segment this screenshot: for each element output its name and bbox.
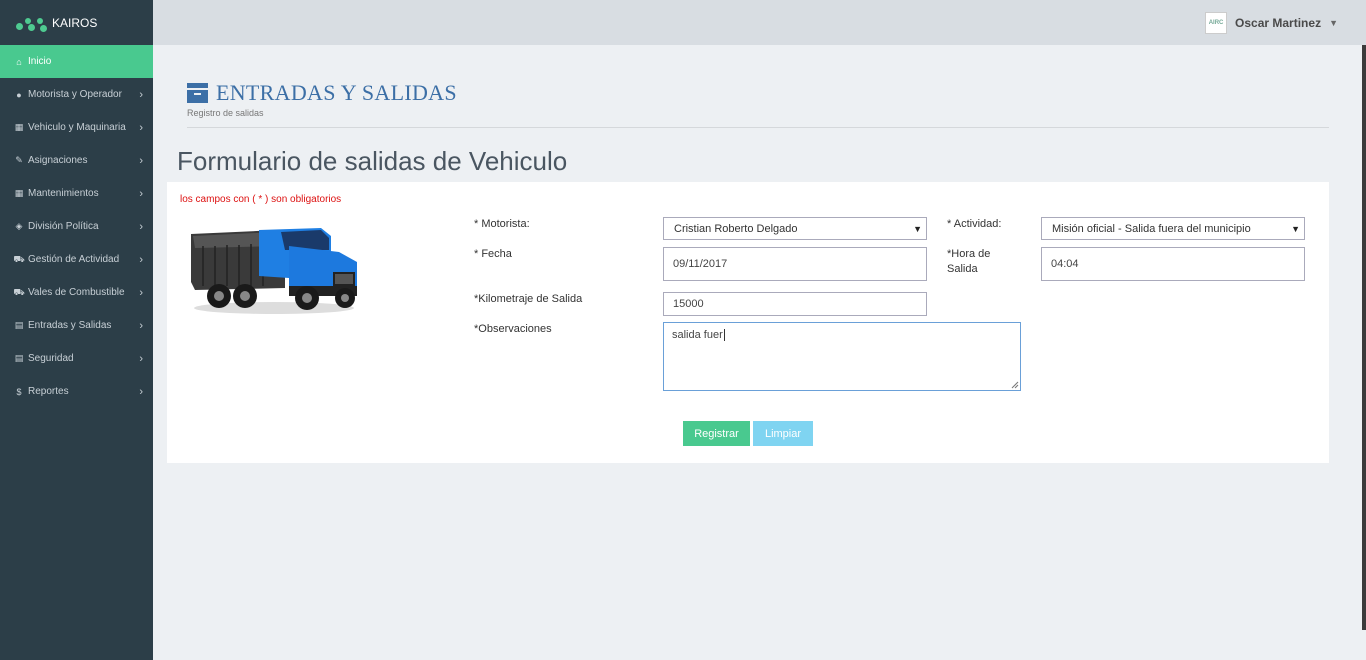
sidebar-item-label: Vales de Combustible: [28, 287, 125, 298]
grid-icon: ▦: [14, 122, 24, 132]
chevron-right-icon: ›: [139, 88, 143, 101]
cart-icon: ⛟: [13, 253, 25, 264]
clear-button[interactable]: Limpiar: [753, 421, 813, 446]
motorista-label: * Motorista:: [474, 218, 530, 230]
fecha-label: * Fecha: [474, 248, 512, 260]
chevron-right-icon: ›: [139, 187, 143, 200]
chevron-right-icon: ›: [139, 121, 143, 134]
resize-grip-icon[interactable]: [1011, 381, 1019, 389]
sidebar-item-mantenimientos[interactable]: ▦ Mantenimientos ›: [0, 177, 153, 210]
page-subtitle: Registro de salidas: [187, 108, 264, 118]
motorista-select[interactable]: Cristian Roberto Delgado ▼: [663, 217, 927, 240]
sidebar-nav: ⌂ Inicio ● Motorista y Operador › ▦ Vehiculo y…: [0, 45, 153, 408]
truck-image: [191, 228, 357, 314]
sidebar: KAIROS ⌂ Inicio ● Motorista y Operador › ▦ Veh…: [0, 0, 153, 660]
scrollbar[interactable]: [1362, 45, 1366, 630]
text-cursor: [723, 329, 725, 341]
sidebar-item-label: Motorista y Operador: [28, 89, 122, 100]
sidebar-item-asignaciones[interactable]: ✎ Asignaciones ›: [0, 144, 153, 177]
actividad-select[interactable]: Misión oficial - Salida fuera del munici…: [1041, 217, 1305, 240]
topbar: AIRC Oscar Martinez ▼: [153, 0, 1366, 45]
required-note: los campos con ( * ) son obligatorios: [180, 194, 342, 205]
sidebar-item-label: Vehiculo y Maquinaria: [28, 122, 126, 133]
chevron-right-icon: ›: [139, 253, 143, 266]
user-name: Oscar Martinez: [1235, 16, 1322, 30]
kilometraje-input[interactable]: 15000: [663, 292, 927, 316]
sidebar-item-inicio[interactable]: ⌂ Inicio: [0, 45, 153, 78]
shield-icon: ◈: [15, 221, 23, 231]
sidebar-item-label: Asignaciones: [28, 155, 88, 166]
sidebar-item-label: Mantenimientos: [28, 188, 99, 199]
sidebar-item-división-política[interactable]: ◈ División Política ›: [0, 210, 153, 243]
sidebar-item-entradas-y-salidas[interactable]: ▤ Entradas y Salidas ›: [0, 309, 153, 342]
kilometraje-label: *Kilometraje de Salida: [474, 293, 583, 305]
home-icon: ⌂: [16, 56, 22, 67]
archive-icon: [187, 83, 208, 103]
register-button[interactable]: Registrar: [683, 421, 750, 446]
dropdown-arrow-icon: ▼: [913, 223, 922, 234]
dollar-icon: $: [16, 386, 22, 397]
brand-name: KAIROS: [52, 15, 98, 30]
file-icon: ▤: [14, 353, 24, 363]
sidebar-item-label: Entradas y Salidas: [28, 320, 112, 331]
chevron-right-icon: ›: [139, 286, 143, 299]
chevron-right-icon: ›: [139, 154, 143, 167]
observaciones-textarea[interactable]: salida fuer: [663, 322, 1021, 391]
chevron-right-icon: ›: [139, 352, 143, 365]
logo-icon: [16, 14, 48, 32]
fecha-input[interactable]: 09/11/2017: [663, 247, 927, 281]
hora-label: *Hora de Salida: [947, 248, 991, 275]
actividad-label: * Actividad:: [947, 218, 1002, 230]
sidebar-item-seguridad[interactable]: ▤ Seguridad ›: [0, 342, 153, 375]
chevron-right-icon: ›: [139, 220, 143, 233]
caret-down-icon: ▼: [1329, 18, 1338, 28]
sidebar-item-reportes[interactable]: $ Reportes ›: [0, 375, 153, 408]
sidebar-item-gestión-de-actividad[interactable]: ⛟ Gestión de Actividad ›: [0, 243, 153, 276]
hora-input[interactable]: 04:04: [1041, 247, 1305, 281]
user-icon: ●: [16, 89, 22, 100]
sidebar-item-motorista-y-operador[interactable]: ● Motorista y Operador ›: [0, 78, 153, 111]
user-menu[interactable]: AIRC Oscar Martinez ▼: [1205, 12, 1338, 34]
sidebar-item-label: División Política: [28, 221, 99, 232]
chevron-right-icon: ›: [139, 319, 143, 332]
observaciones-label: *Observaciones: [474, 323, 552, 335]
form-card: los campos con ( * ) son obligatorios * …: [167, 182, 1329, 463]
brand[interactable]: KAIROS: [0, 0, 153, 45]
sidebar-item-vales-de-combustible[interactable]: ⛟ Vales de Combustible ›: [0, 276, 153, 309]
edit-icon: ✎: [15, 155, 23, 165]
sidebar-item-vehiculo-y-maquinaria[interactable]: ▦ Vehiculo y Maquinaria ›: [0, 111, 153, 144]
sidebar-item-label: Seguridad: [28, 353, 74, 364]
chevron-right-icon: ›: [139, 385, 143, 398]
truck-icon: ⛟: [13, 286, 25, 297]
grid-icon: ▦: [14, 188, 24, 198]
avatar: AIRC: [1205, 12, 1228, 34]
dropdown-arrow-icon: ▼: [1291, 223, 1300, 234]
page-header: ENTRADAS Y SALIDAS Registro de salidas: [187, 80, 1329, 118]
page-title: ENTRADAS Y SALIDAS: [216, 80, 457, 105]
file-icon: ▤: [14, 320, 24, 330]
sidebar-item-label: Gestión de Actividad: [28, 254, 120, 265]
sidebar-item-label: Inicio: [28, 56, 52, 67]
sidebar-item-label: Reportes: [28, 386, 69, 397]
divider: [187, 127, 1329, 128]
form-title: Formulario de salidas de Vehiculo: [177, 146, 568, 176]
